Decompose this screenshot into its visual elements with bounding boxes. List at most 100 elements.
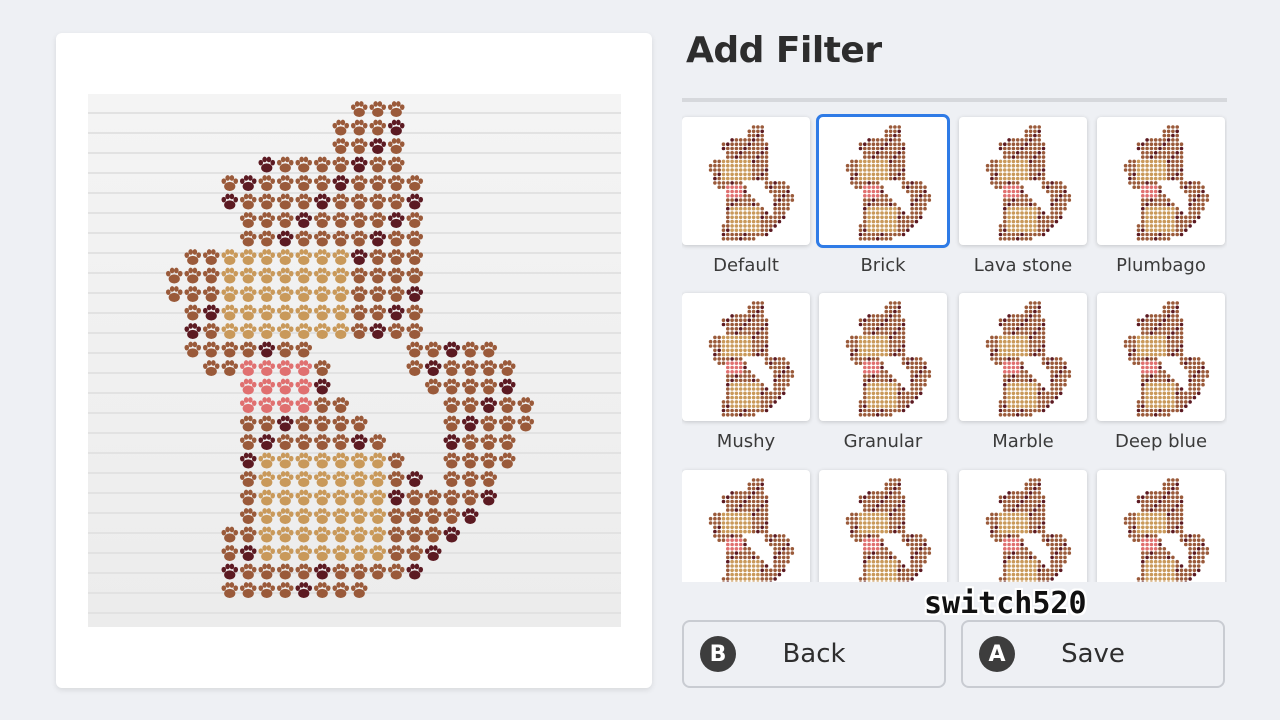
thumbnail-pixel [1024, 146, 1029, 151]
thumbnail-pixel [1046, 581, 1050, 582]
thumbnail-pixel [871, 387, 876, 391]
thumbnail-pixel [1158, 508, 1162, 512]
paw-print-icon [332, 471, 350, 487]
thumbnail-pixel [1028, 314, 1033, 318]
thumbnail-pixel [726, 228, 730, 232]
thumbnail-pixel [1128, 181, 1132, 185]
thumbnail-pixel [1141, 581, 1145, 582]
thumbnail-pixel [1041, 400, 1046, 404]
thumbnail-pixel [901, 395, 906, 400]
thumbnail-pixel [875, 521, 880, 525]
thumbnail-pixel [875, 408, 880, 413]
filter-option[interactable] [1097, 470, 1225, 582]
thumbnail-pixel [1162, 163, 1167, 168]
thumbnail-pixel [867, 142, 871, 146]
thumbnail-pixel [897, 478, 901, 482]
thumbnail-pixel [897, 525, 901, 530]
thumbnail-pixel [1024, 486, 1029, 491]
thumbnail-pixel [1037, 482, 1041, 487]
thumbnail-cat-art [708, 478, 795, 582]
back-button[interactable]: B Back [682, 620, 946, 688]
thumbnail-pixel [1149, 352, 1154, 357]
filter-option[interactable] [682, 470, 810, 582]
thumbnail-pixel [747, 237, 752, 241]
thumbnail-pixel [1007, 335, 1011, 340]
thumbnail-pixel [871, 378, 876, 383]
thumbnail-pixel [730, 322, 734, 327]
thumbnail-pixel [1175, 339, 1179, 344]
thumbnail-pixel [1015, 185, 1020, 189]
thumbnail-pixel [1015, 395, 1020, 400]
thumbnail-pixel [880, 232, 884, 237]
thumbnail-pixel [1149, 551, 1154, 555]
filter-option[interactable]: Deep blue [1097, 293, 1225, 452]
paw-print-icon [258, 489, 276, 506]
thumbnail-pixel [1020, 142, 1024, 146]
thumbnail-pixel [730, 215, 734, 220]
thumbnail-pixel [1171, 224, 1175, 228]
thumbnail-pixel [875, 138, 880, 142]
paw-print-icon [350, 286, 368, 302]
paw-print-icon [276, 360, 294, 376]
paw-print-icon [202, 249, 220, 265]
thumbnail-pixel [1179, 512, 1184, 517]
thumbnail-pixel [1037, 408, 1041, 413]
filter-option[interactable] [959, 470, 1087, 582]
filter-option[interactable]: Plumbago [1097, 117, 1225, 276]
thumbnail-pixel [1166, 551, 1171, 555]
thumbnail-pixel [897, 495, 901, 499]
thumbnail-pixel [867, 408, 871, 413]
filter-option[interactable]: Granular [819, 293, 947, 452]
filter-option[interactable]: Mushy [682, 293, 810, 452]
filter-option[interactable]: Brick [816, 114, 950, 276]
filter-option[interactable]: Lava stone [959, 117, 1087, 276]
thumbnail-pixel [1041, 151, 1046, 155]
thumbnail-pixel [1050, 555, 1054, 560]
thumbnail-pixel [1141, 408, 1145, 413]
thumbnail-pixel [914, 572, 919, 577]
filter-option[interactable]: Marble [959, 293, 1087, 452]
thumbnail-pixel [1162, 374, 1167, 378]
filter-option[interactable]: Default [682, 117, 810, 276]
filter-grid[interactable]: Default Brick Lava stone Plumbago Mushy Granu… [682, 112, 1227, 582]
thumbnail-pixel [1166, 495, 1171, 499]
thumbnail-pixel [888, 228, 893, 232]
paw-print-icon [369, 286, 387, 302]
thumbnail-pixel [1041, 348, 1046, 353]
thumbnail-pixel [1020, 138, 1024, 142]
save-button[interactable]: A Save [961, 620, 1225, 688]
thumbnail-pixel [1037, 568, 1041, 573]
thumbnail-pixel [1162, 559, 1167, 564]
thumbnail-pixel [1033, 301, 1037, 305]
paw-print-icon [387, 452, 405, 469]
thumbnail-pixel [769, 365, 773, 370]
thumbnail-pixel [756, 327, 760, 331]
thumbnail-pixel [1175, 400, 1179, 404]
thumbnail-pixel [998, 357, 1003, 361]
thumbnail-pixel [884, 176, 889, 181]
thumbnail-pixel [764, 146, 769, 151]
thumbnail-pixel [751, 172, 756, 177]
thumbnail-pixel [751, 163, 756, 168]
paw-print-icon [350, 267, 368, 284]
thumbnail-pixel [738, 395, 743, 400]
thumbnail-pixel [1179, 361, 1184, 365]
thumbnail-pixel [863, 508, 867, 512]
thumbnail-pixel [1153, 146, 1158, 151]
thumbnail-pixel [1015, 339, 1020, 344]
thumbnail-pixel [854, 357, 858, 361]
thumbnail-pixel [726, 211, 730, 215]
thumbnail-pixel [1175, 322, 1179, 327]
thumbnail-pixel [1003, 172, 1007, 177]
thumbnail-pixel [871, 176, 876, 181]
filter-option[interactable] [819, 470, 947, 582]
thumbnail-pixel [1037, 133, 1041, 138]
thumbnail-pixel [1188, 215, 1192, 220]
thumbnail-pixel [1141, 559, 1145, 564]
thumbnail-pixel [1153, 189, 1158, 194]
thumbnail-pixel [1054, 568, 1059, 573]
thumbnail-pixel [1024, 581, 1028, 582]
thumbnail-pixel [1028, 339, 1033, 344]
thumbnail-pixel [1171, 142, 1175, 146]
thumbnail-pixel [1063, 206, 1067, 211]
